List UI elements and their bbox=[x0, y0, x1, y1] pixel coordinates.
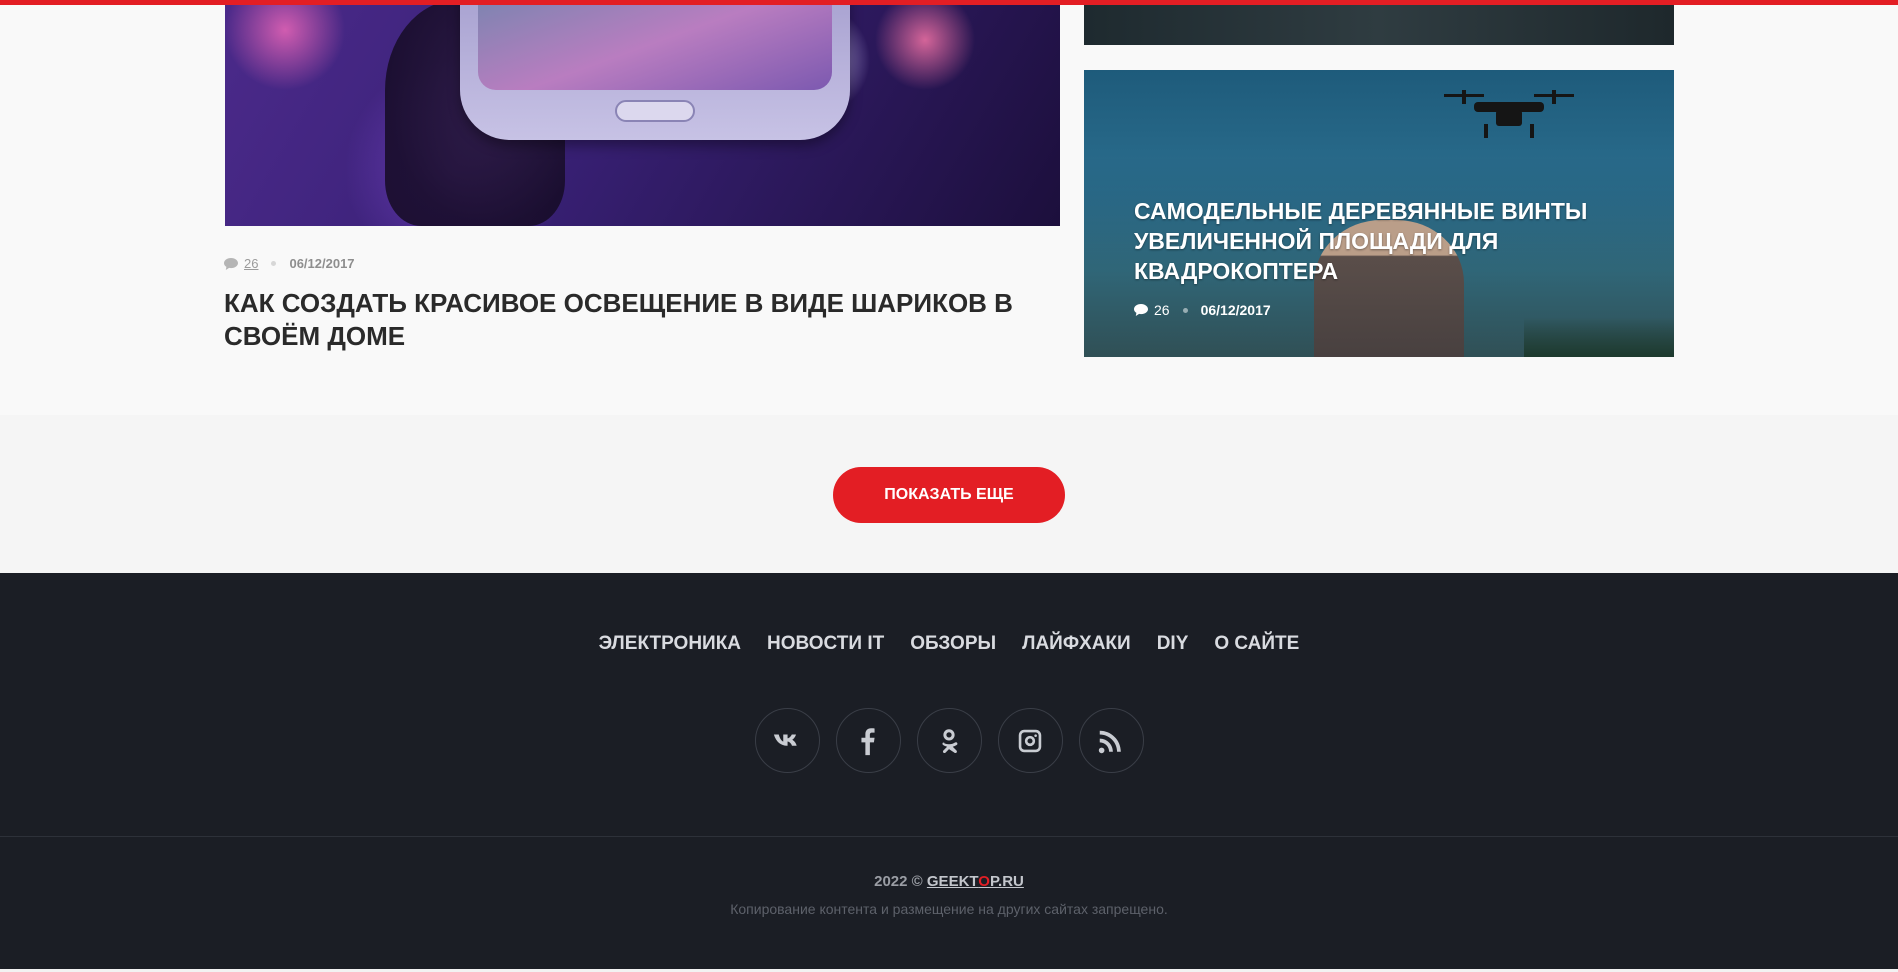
vk-icon bbox=[773, 733, 797, 746]
copy-notice: Копирование контента и размещение на дру… bbox=[730, 901, 1168, 917]
article-meta: 26 06/12/2017 bbox=[224, 256, 355, 271]
instagram-icon bbox=[1018, 729, 1042, 752]
footer-nav-it-news[interactable]: НОВОСТИ IT bbox=[767, 633, 884, 655]
rss-button[interactable] bbox=[1078, 708, 1144, 773]
article-meta: 26 06/12/2017 bbox=[1134, 302, 1271, 318]
footer-nav-electronics[interactable]: ЭЛЕКТРОНИКА bbox=[599, 633, 741, 655]
site-logo-link[interactable]: GEEKTOP.RU bbox=[927, 873, 1024, 890]
load-more-section: ПОКАЗАТЬ ЕЩЕ bbox=[0, 415, 1898, 573]
meta-separator bbox=[271, 261, 277, 266]
footer: ЭЛЕКТРОНИКА НОВОСТИ IT ОБЗОРЫ ЛАЙФХАКИ D… bbox=[0, 573, 1898, 972]
footer-nav: ЭЛЕКТРОНИКА НОВОСТИ IT ОБЗОРЫ ЛАЙФХАКИ D… bbox=[0, 633, 1898, 655]
content-area: 26 06/12/2017 КАК СОЗДАТЬ КРАСИВОЕ ОСВЕЩ… bbox=[0, 0, 1898, 415]
social-links bbox=[0, 708, 1898, 773]
comment-count[interactable]: 26 bbox=[1154, 302, 1170, 318]
footer-divider bbox=[0, 836, 1898, 837]
top-accent-bar bbox=[0, 0, 1898, 5]
article-image-lights[interactable] bbox=[225, 0, 1060, 226]
footer-nav-diy[interactable]: DIY bbox=[1157, 633, 1189, 655]
facebook-button[interactable] bbox=[835, 708, 901, 773]
drone-icon bbox=[1444, 90, 1574, 138]
facebook-icon bbox=[861, 727, 875, 755]
footer-nav-about[interactable]: О САЙТЕ bbox=[1214, 633, 1299, 655]
rss-icon bbox=[1098, 730, 1121, 753]
footer-nav-lifehacks[interactable]: ЛАЙФХАКИ bbox=[1022, 633, 1131, 655]
article-title-link[interactable]: САМОДЕЛЬНЫЕ ДЕРЕВЯННЫЕ ВИНТЫ УВЕЛИЧЕННОЙ… bbox=[1134, 196, 1634, 286]
phone-shape bbox=[460, 0, 850, 140]
comment-icon bbox=[224, 257, 238, 270]
comment-count-link[interactable]: 26 bbox=[244, 256, 258, 271]
instagram-button[interactable] bbox=[997, 708, 1063, 773]
odnoklassniki-icon bbox=[942, 728, 958, 753]
vk-button[interactable] bbox=[754, 708, 820, 773]
article-date: 06/12/2017 bbox=[289, 256, 355, 271]
copyright-year: 2022 © bbox=[874, 873, 923, 890]
copyright: 2022 © GEEKTOP.RU bbox=[0, 873, 1898, 890]
footer-nav-reviews[interactable]: ОБЗОРЫ bbox=[910, 633, 996, 655]
odnoklassniki-button[interactable] bbox=[916, 708, 982, 773]
show-more-button[interactable]: ПОКАЗАТЬ ЕЩЕ bbox=[833, 467, 1065, 523]
comment-icon bbox=[1134, 304, 1148, 316]
meta-separator bbox=[1182, 307, 1188, 313]
article-title-link[interactable]: КАК СОЗДАТЬ КРАСИВОЕ ОСВЕЩЕНИЕ В ВИДЕ ША… bbox=[224, 287, 1044, 353]
article-card-previous[interactable] bbox=[1084, 0, 1674, 45]
article-date: 06/12/2017 bbox=[1200, 302, 1271, 318]
article-card-drone[interactable]: САМОДЕЛЬНЫЕ ДЕРЕВЯННЫЕ ВИНТЫ УВЕЛИЧЕННОЙ… bbox=[1084, 70, 1674, 357]
